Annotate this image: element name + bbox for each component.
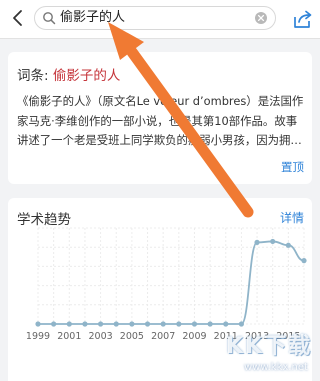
data-point [285,242,291,248]
data-point [51,321,57,327]
search-input[interactable]: 偷影子的人 [34,6,276,30]
x-tick-label: 2001 [57,331,81,342]
watermark-logo: KK下载 [226,334,313,359]
data-point [66,321,72,327]
x-tick-label: 2007 [151,331,175,342]
data-point [238,321,245,327]
share-icon[interactable] [292,8,314,30]
x-tick-label: 2003 [88,331,112,342]
data-point [191,321,198,327]
entry-card: 词条: 偷影子的人 《偷影子的人》（原文名Le voleur d’ombres）… [8,52,312,184]
clear-icon[interactable] [254,11,268,25]
data-point [254,239,260,245]
x-tick-label: 2009 [182,331,206,342]
entry-prefix: 词条: [17,68,53,84]
entry-description: 《偷影子的人》（原文名Le voleur d’ombres）是法国作家马克·李维… [17,94,304,147]
search-icon [43,12,56,25]
x-tick-label: 2005 [120,331,144,342]
data-point [97,321,104,327]
x-tick-label: 1999 [26,331,50,342]
data-point [270,238,276,245]
data-point [301,258,307,264]
search-query-text: 偷影子的人 [60,10,126,25]
data-point [35,321,41,327]
entry-term[interactable]: 偷影子的人 [53,68,121,84]
data-point [207,321,213,327]
watermark-url: www.kkx.net [244,362,308,373]
data-point [144,321,151,327]
data-point [160,321,166,327]
pin-button[interactable]: 置顶 [281,159,304,175]
back-arrow-icon[interactable] [6,6,30,30]
top-bar: 偷影子的人 [0,0,320,39]
data-point [113,321,119,327]
data-point [176,321,182,327]
data-point [129,321,135,327]
data-point [82,321,88,327]
entry-title: 词条: 偷影子的人 [17,64,120,84]
series-line [38,240,305,325]
data-point [223,321,229,327]
